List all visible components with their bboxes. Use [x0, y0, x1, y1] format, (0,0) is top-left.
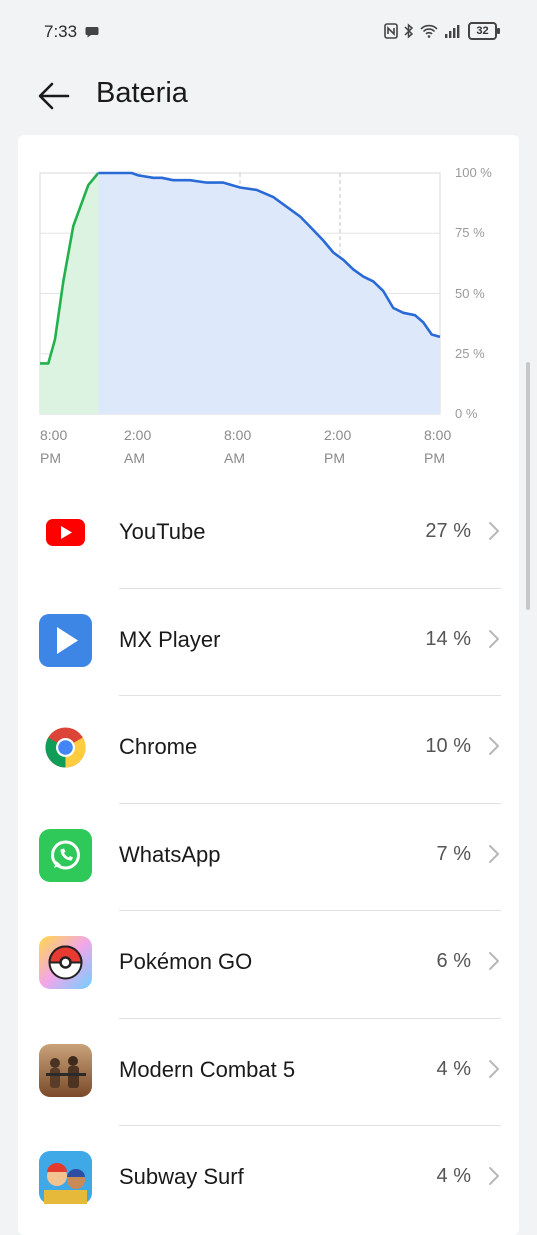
signal-icon — [445, 25, 460, 38]
x-tick-label: 2:00 AM — [124, 427, 152, 466]
app-usage-percent: 6 % — [436, 950, 471, 972]
y-tick-label: 0 % — [455, 406, 478, 421]
nfc-icon — [384, 23, 398, 39]
scrollbar[interactable] — [526, 362, 530, 610]
app-name: Modern Combat 5 — [119, 1056, 296, 1082]
app-usage-row[interactable]: YouTube 27 % — [18, 480, 519, 587]
status-time: 7:33 — [44, 22, 78, 41]
status-bar: 7:33 32 — [0, 0, 537, 64]
whatsapp-icon — [38, 828, 93, 883]
wifi-icon — [420, 24, 438, 38]
battery-usage-card: 8:00 PM 2:00 AM 8:00 AM 2:00 PM 8:00 PM 100 % 75 %… — [18, 135, 519, 1235]
youtube-icon — [38, 505, 93, 560]
app-usage-row[interactable]: MX Player 14 % — [18, 588, 519, 695]
app-name: Pokémon GO — [119, 949, 253, 974]
y-tick-label: 75 % — [455, 225, 485, 241]
chrome-icon — [38, 720, 93, 775]
chevron-right-icon — [489, 844, 499, 863]
chevron-right-icon — [489, 737, 499, 755]
app-usage-percent: 4 % — [436, 1165, 471, 1187]
y-tick-label: 50 % — [455, 285, 485, 301]
x-tick-label: 2:00 PM — [324, 427, 352, 466]
chevron-right-icon — [489, 1059, 499, 1078]
app-bar: Bateria — [0, 64, 537, 134]
x-tick-label: 8:00 AM — [224, 427, 252, 466]
x-tick-label: 8:00 PM — [424, 427, 452, 466]
chevron-right-icon — [489, 522, 499, 540]
app-usage-percent: 7 % — [436, 842, 471, 865]
app-usage-percent: 14 % — [425, 627, 471, 650]
app-usage-percent: 4 % — [436, 1057, 471, 1080]
modern-combat-icon — [38, 1043, 93, 1098]
y-tick-label: 25 % — [455, 345, 485, 361]
bluetooth-icon — [404, 23, 414, 39]
subway-surf-icon — [38, 1150, 93, 1205]
app-usage-row[interactable]: WhatsApp 7 % — [18, 803, 519, 910]
page-title: Bateria — [96, 77, 188, 109]
mx-player-icon — [38, 613, 93, 668]
chevron-right-icon — [489, 1167, 499, 1185]
app-usage-percent: 27 % — [425, 520, 471, 542]
app-usage-row[interactable]: Chrome 10 % — [18, 695, 519, 802]
app-usage-percent: 10 % — [425, 735, 471, 757]
app-usage-row[interactable]: Modern Combat 5 4 % — [18, 1018, 519, 1125]
app-name: WhatsApp — [119, 841, 221, 867]
x-tick-label: 8:00 PM — [40, 427, 68, 466]
pokemon-go-icon — [38, 935, 93, 990]
app-name: YouTube — [119, 519, 206, 544]
message-notification-icon — [85, 27, 99, 38]
app-usage-row[interactable]: Pokémon GO 6 % — [18, 910, 519, 1017]
chevron-right-icon — [489, 629, 499, 648]
app-name: Subway Surf — [119, 1164, 244, 1189]
y-tick-label: 100 % — [455, 165, 492, 180]
app-name: MX Player — [119, 626, 221, 652]
status-icons: 32 — [384, 22, 500, 40]
chevron-right-icon — [489, 952, 499, 970]
app-name: Chrome — [119, 734, 198, 759]
battery-level-chart: 8:00 PM 2:00 AM 8:00 AM 2:00 PM 8:00 PM 100 % 75 %… — [18, 135, 519, 480]
back-arrow-icon[interactable] — [34, 76, 74, 116]
app-usage-row[interactable]: Subway Surf 4 % — [18, 1125, 519, 1232]
battery-indicator: 32 — [468, 22, 500, 40]
